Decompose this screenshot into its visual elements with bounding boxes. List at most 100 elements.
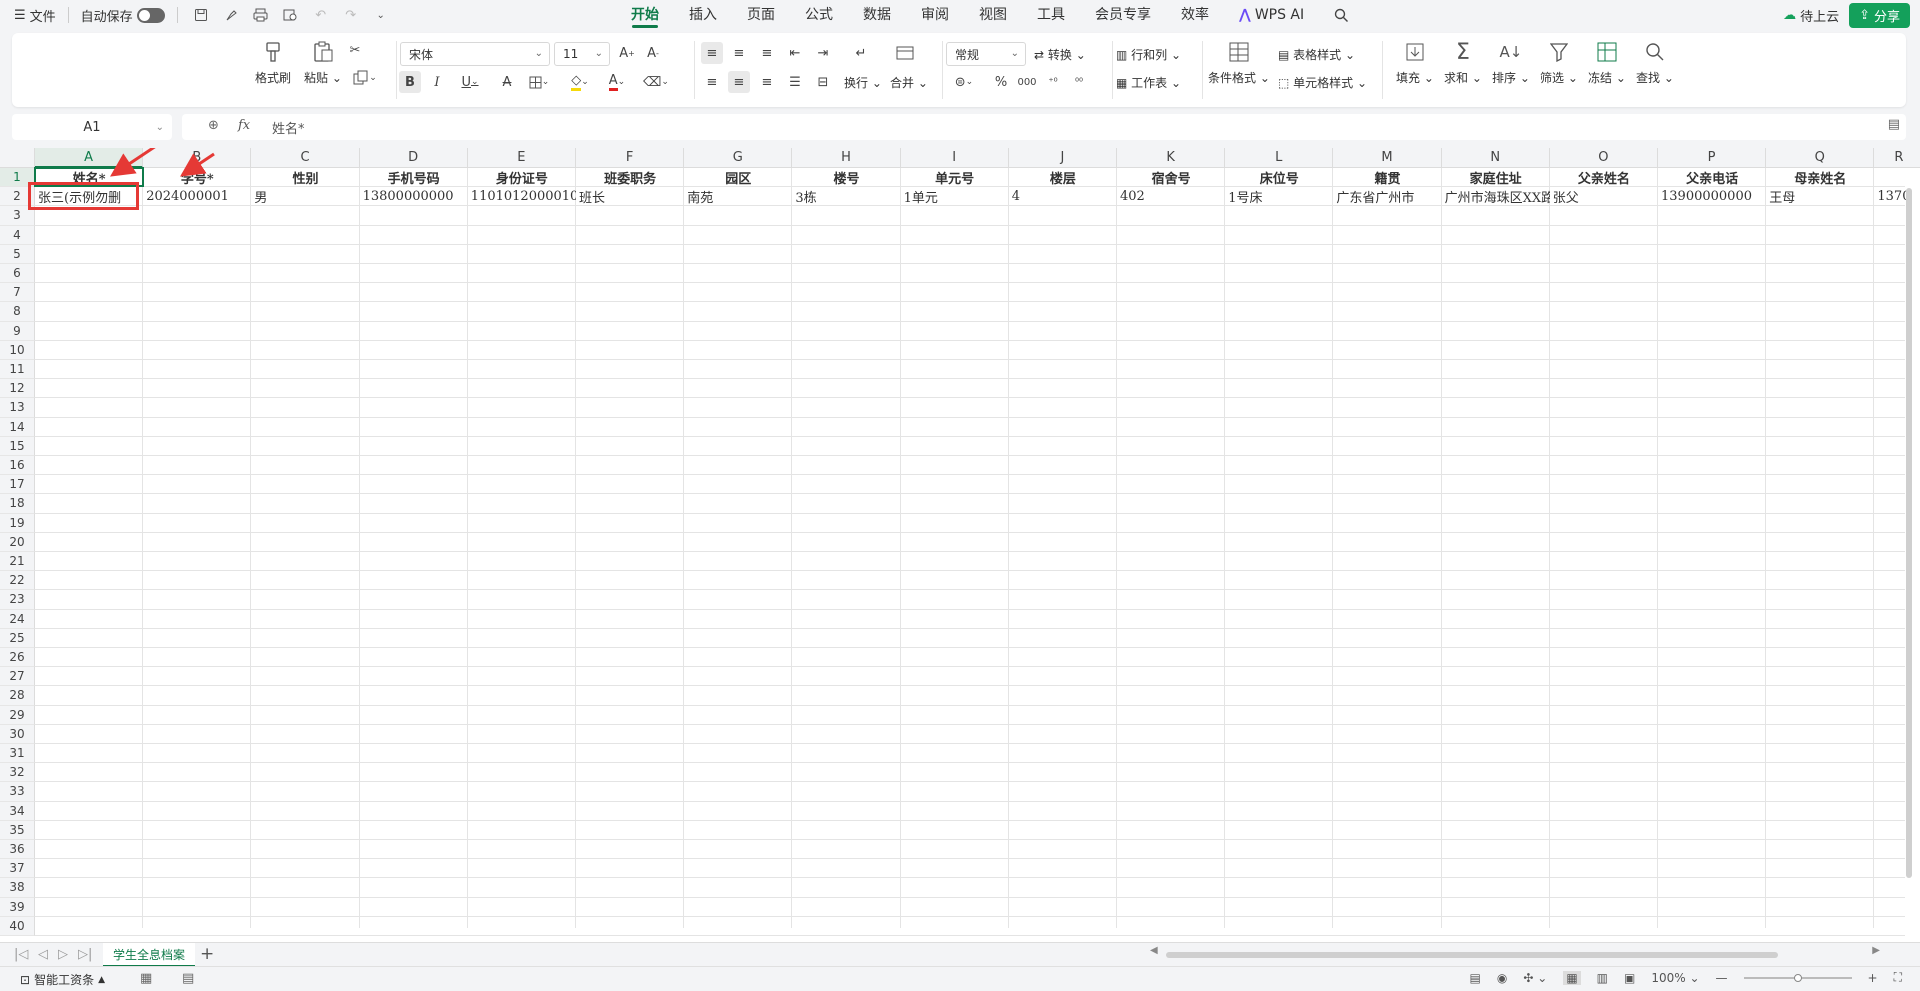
convert-button[interactable]: ⇄ 转换 ⌄: [1034, 46, 1086, 63]
table-cell[interactable]: 3栋: [792, 187, 900, 206]
find-button[interactable]: 查找 ⌄: [1636, 39, 1674, 86]
table-header-cell[interactable]: 母亲姓名: [1766, 168, 1874, 187]
table-cell[interactable]: 广东省广州市: [1333, 187, 1441, 206]
row-header[interactable]: 8: [0, 302, 35, 322]
decrease-indent-icon[interactable]: ⇤: [784, 42, 806, 64]
vertical-scrollbar[interactable]: [1904, 170, 1914, 940]
strikethrough-icon[interactable]: A: [496, 71, 518, 93]
paste-button[interactable]: 粘贴 ⌄: [304, 39, 342, 86]
tab-efficiency[interactable]: 效率: [1166, 0, 1224, 30]
table-cell[interactable]: 13800000000: [360, 187, 468, 206]
row-header[interactable]: 11: [0, 360, 35, 380]
row-header[interactable]: 14: [0, 417, 35, 437]
table-cell[interactable]: 13900000000: [1658, 187, 1766, 206]
redo-icon[interactable]: ↷: [340, 4, 362, 26]
cell-info-icon[interactable]: ▦: [140, 971, 152, 986]
distributed-icon[interactable]: ⊟: [812, 71, 834, 93]
zoom-formula-icon[interactable]: ⊕: [208, 118, 219, 133]
table-cell[interactable]: 王母: [1766, 187, 1874, 206]
row-header[interactable]: 13: [0, 398, 35, 418]
add-sheet-button[interactable]: +: [200, 944, 214, 964]
table-view-icon[interactable]: ▤: [1470, 971, 1481, 985]
horizontal-scrollbar[interactable]: ◀ ▶: [1150, 945, 1880, 961]
table-header-cell[interactable]: 宿舍号: [1117, 168, 1225, 187]
column-header[interactable]: F: [576, 148, 685, 168]
undo-icon[interactable]: ↶: [310, 4, 332, 26]
table-cell[interactable]: 男: [251, 187, 359, 206]
row-header[interactable]: 17: [0, 475, 35, 495]
search-icon[interactable]: [1319, 0, 1364, 30]
sheet-tab-student-archive[interactable]: 学生全息档案: [103, 943, 195, 967]
font-size-select[interactable]: 11 ⌄: [554, 42, 610, 66]
expand-formula-icon[interactable]: ▤: [1888, 117, 1900, 132]
align-bottom-icon[interactable]: ≡: [756, 42, 778, 64]
table-header-cell[interactable]: 父亲姓名: [1550, 168, 1658, 187]
table-cell[interactable]: 1号床: [1225, 187, 1333, 206]
percent-icon[interactable]: %: [990, 71, 1012, 93]
column-header[interactable]: Q: [1766, 148, 1875, 168]
row-header[interactable]: 19: [0, 513, 35, 533]
justify-icon[interactable]: ☰: [784, 71, 806, 93]
row-header[interactable]: 38: [0, 878, 35, 898]
row-header[interactable]: 5: [0, 244, 35, 264]
table-header-cell[interactable]: 楼号: [792, 168, 900, 187]
tab-data[interactable]: 数据: [848, 0, 906, 30]
bold-icon[interactable]: B: [399, 71, 421, 93]
thousands-icon[interactable]: 000: [1016, 71, 1038, 93]
conditional-format-button[interactable]: 条件格式 ⌄: [1208, 39, 1270, 86]
horizontal-scroll-thumb[interactable]: [1166, 952, 1778, 958]
row-header[interactable]: 33: [0, 782, 35, 802]
row-header[interactable]: 31: [0, 744, 35, 764]
spreadsheet-grid[interactable]: A B C D E F G H I J K L M N O P Q R 1 2 3 4 5 6 7 8 9 10 11 12 13 14 15 1…: [0, 148, 1920, 942]
cloud-status[interactable]: ☁ 待上云: [1783, 6, 1839, 25]
column-header[interactable]: C: [251, 148, 360, 168]
align-center-icon[interactable]: ≡: [728, 71, 750, 93]
row-header[interactable]: 7: [0, 283, 35, 303]
fill-button[interactable]: 填充 ⌄: [1396, 39, 1434, 86]
filter-button[interactable]: 筛选 ⌄: [1540, 39, 1578, 86]
row-header[interactable]: 22: [0, 571, 35, 591]
copy-icon[interactable]: ⌄: [348, 67, 382, 89]
table-header-cell[interactable]: 园区: [684, 168, 792, 187]
tab-home[interactable]: 开始: [616, 0, 674, 30]
file-menu[interactable]: ☰ 文件: [14, 6, 56, 25]
rows-cols-button[interactable]: ▥ 行和列 ⌄: [1116, 46, 1181, 63]
merge-button[interactable]: 合并 ⌄: [890, 74, 928, 91]
tab-review[interactable]: 审阅: [906, 0, 964, 30]
table-header-cell[interactable]: 手机号码: [360, 168, 468, 187]
table-header-cell[interactable]: 父亲电话: [1658, 168, 1766, 187]
row-header[interactable]: 28: [0, 686, 35, 706]
column-header[interactable]: H: [792, 148, 901, 168]
table-cell[interactable]: 班长: [576, 187, 684, 206]
column-header[interactable]: I: [900, 148, 1009, 168]
autosave-toggle[interactable]: [136, 7, 165, 23]
row-header[interactable]: 18: [0, 494, 35, 514]
row-header[interactable]: 21: [0, 552, 35, 572]
save-icon[interactable]: [190, 4, 212, 26]
zoom-slider-thumb[interactable]: [1793, 973, 1802, 982]
row-header[interactable]: 15: [0, 436, 35, 456]
cell-style-button[interactable]: ⬚ 单元格样式 ⌄: [1278, 74, 1367, 91]
row-header[interactable]: 25: [0, 628, 35, 648]
row-header[interactable]: 23: [0, 590, 35, 610]
sum-button[interactable]: Σ 求和 ⌄: [1444, 39, 1482, 86]
column-header[interactable]: N: [1441, 148, 1550, 168]
column-header[interactable]: E: [467, 148, 576, 168]
page-break-icon[interactable]: ▣: [1624, 971, 1635, 985]
increase-decimal-icon[interactable]: ⁺⁰: [1042, 71, 1064, 93]
align-middle-icon[interactable]: ≡: [728, 42, 750, 64]
format-painter-button[interactable]: 格式刷: [255, 39, 291, 86]
worksheet-button[interactable]: ▦ 工作表 ⌄: [1116, 74, 1181, 91]
table-header-cell[interactable]: 班委职务: [576, 168, 684, 187]
next-sheet-icon[interactable]: ▷: [58, 947, 68, 962]
font-color-icon[interactable]: A ⌄: [602, 71, 632, 93]
column-header[interactable]: O: [1549, 148, 1658, 168]
column-header[interactable]: J: [1008, 148, 1117, 168]
eye-protection-icon[interactable]: ◉: [1497, 971, 1507, 985]
table-style-button[interactable]: ▤ 表格样式 ⌄: [1278, 46, 1355, 63]
vertical-scroll-thumb[interactable]: [1906, 188, 1912, 878]
tab-page[interactable]: 页面: [732, 0, 790, 30]
currency-icon[interactable]: ⊜ ⌄: [949, 71, 979, 93]
wrap-text-button[interactable]: 换行 ⌄: [844, 74, 882, 91]
fx-icon[interactable]: fx: [238, 118, 250, 133]
